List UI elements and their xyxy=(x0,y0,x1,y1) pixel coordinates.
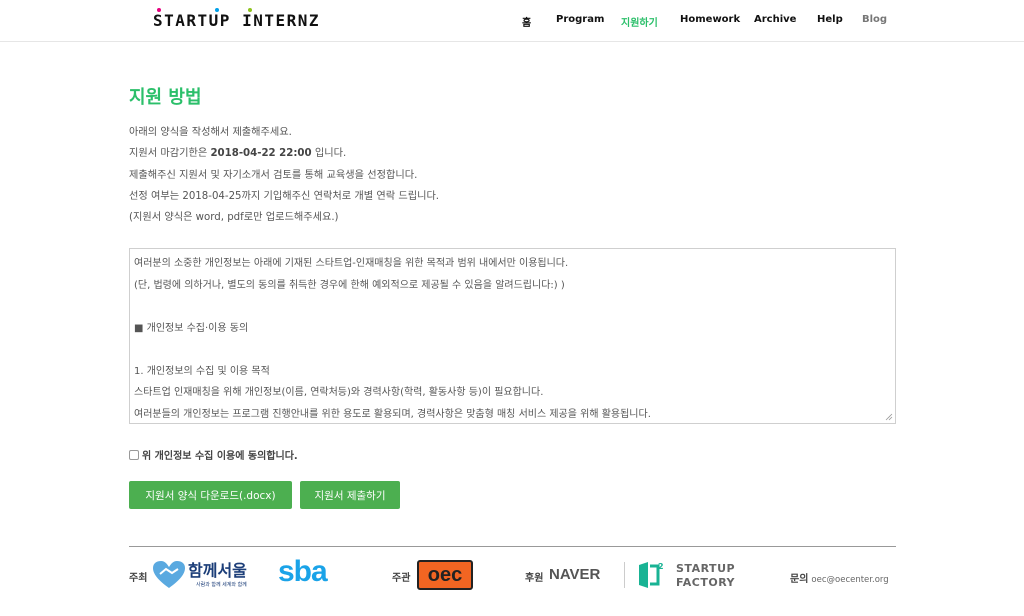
heart-icon xyxy=(153,561,185,588)
oec-logo: oec xyxy=(417,560,473,590)
contact-email[interactable]: oec@oecenter.org xyxy=(811,575,888,585)
terms-line xyxy=(134,339,891,361)
organizer-label: 주관 xyxy=(392,573,411,584)
download-form-button[interactable]: 지원서 양식 다운로드(.docx) xyxy=(129,481,292,509)
desc-line-2: 지원서 마감기한은 2018-04-22 22:00 입니다. xyxy=(129,148,347,160)
d2-icon: 2 xyxy=(639,562,664,588)
terms-line: 1. 개인정보의 수집 및 이용 목적 xyxy=(134,365,270,377)
nav-blog[interactable]: Blog xyxy=(862,14,887,25)
desc-line-4: 선정 여부는 2018-04-25까지 기입해주신 연락처로 개별 연락 드립니… xyxy=(129,190,440,202)
apply-description: 아래의 양식을 작성해서 제출해주세요. 지원서 마감기한은 2018-04-2… xyxy=(129,122,439,228)
nav-homework[interactable]: Homework xyxy=(680,14,740,25)
site-logo[interactable]: STARTUP INTERNZ xyxy=(153,8,320,30)
terms-line xyxy=(134,296,891,318)
nav-apply[interactable]: 지원하기 xyxy=(621,14,658,29)
page-title: 지원 방법 xyxy=(129,87,202,108)
startup-factory-logo: 2 STARTUP FACTORY xyxy=(636,560,746,592)
resize-handle-icon[interactable] xyxy=(885,413,893,421)
terms-line: ■ 개인정보 수집·이용 동의 xyxy=(134,322,249,334)
nav-program[interactable]: Program xyxy=(556,14,604,25)
nav-archive[interactable]: Archive xyxy=(754,14,796,25)
naver-logo: NAVER xyxy=(549,566,601,583)
desc-line-3: 제출해주신 지원서 및 자기소개서 검토를 통해 교육생을 선정합니다. xyxy=(129,169,418,181)
logo-separator xyxy=(624,562,625,588)
terms-line: 스타트업 인재매칭을 위해 개인정보(이름, 연락처등)와 경력사항(학력, 활… xyxy=(134,387,544,398)
svg-text:2: 2 xyxy=(658,562,664,571)
terms-line: 여러분들의 개인정보는 프로그램 진행안내를 위한 용도로 활용되며, 경력사항… xyxy=(134,408,651,420)
privacy-terms-textarea[interactable]: 여러분의 소중한 개인정보는 아래에 기재된 스타트업-인재매칭을 위한 목적과… xyxy=(129,248,896,424)
nav-home[interactable]: 홈 xyxy=(522,14,531,29)
terms-line: 여러분의 소중한 개인정보는 아래에 기재된 스타트업-인재매칭을 위한 목적과… xyxy=(134,258,569,269)
agree-checkbox[interactable] xyxy=(129,449,139,460)
site-header: STARTUP INTERNZ 홈 Program 지원하기 Homework … xyxy=(0,0,1024,42)
terms-line: (단, 법령에 의하거나, 별도의 동의를 취득한 경우에 한해 예외적으로 제… xyxy=(134,279,565,291)
together-seoul-logo: 함께서울 사람과 함께 세계와 함께 xyxy=(152,557,262,593)
contact-info: 문의 oec@oecenter.org xyxy=(790,570,889,585)
privacy-agree[interactable]: 위 개인정보 수집 이용에 동의합니다. xyxy=(129,447,298,462)
nav-help[interactable]: Help xyxy=(817,14,843,25)
sba-logo: sba xyxy=(278,555,328,588)
deadline-date: 2018-04-22 22:00 xyxy=(210,148,312,160)
footer-divider xyxy=(129,546,896,547)
desc-line-5: (지원서 양식은 word, pdf로만 업로드해주세요.) xyxy=(129,212,339,224)
submit-application-button[interactable]: 지원서 제출하기 xyxy=(300,481,400,509)
sponsor-label: 후원 xyxy=(525,573,544,584)
desc-line-1: 아래의 양식을 작성해서 제출해주세요. xyxy=(129,127,292,138)
agree-label: 위 개인정보 수집 이용에 동의합니다. xyxy=(142,451,298,462)
contact-label: 문의 xyxy=(790,574,809,585)
host-label: 주최 xyxy=(129,573,148,584)
